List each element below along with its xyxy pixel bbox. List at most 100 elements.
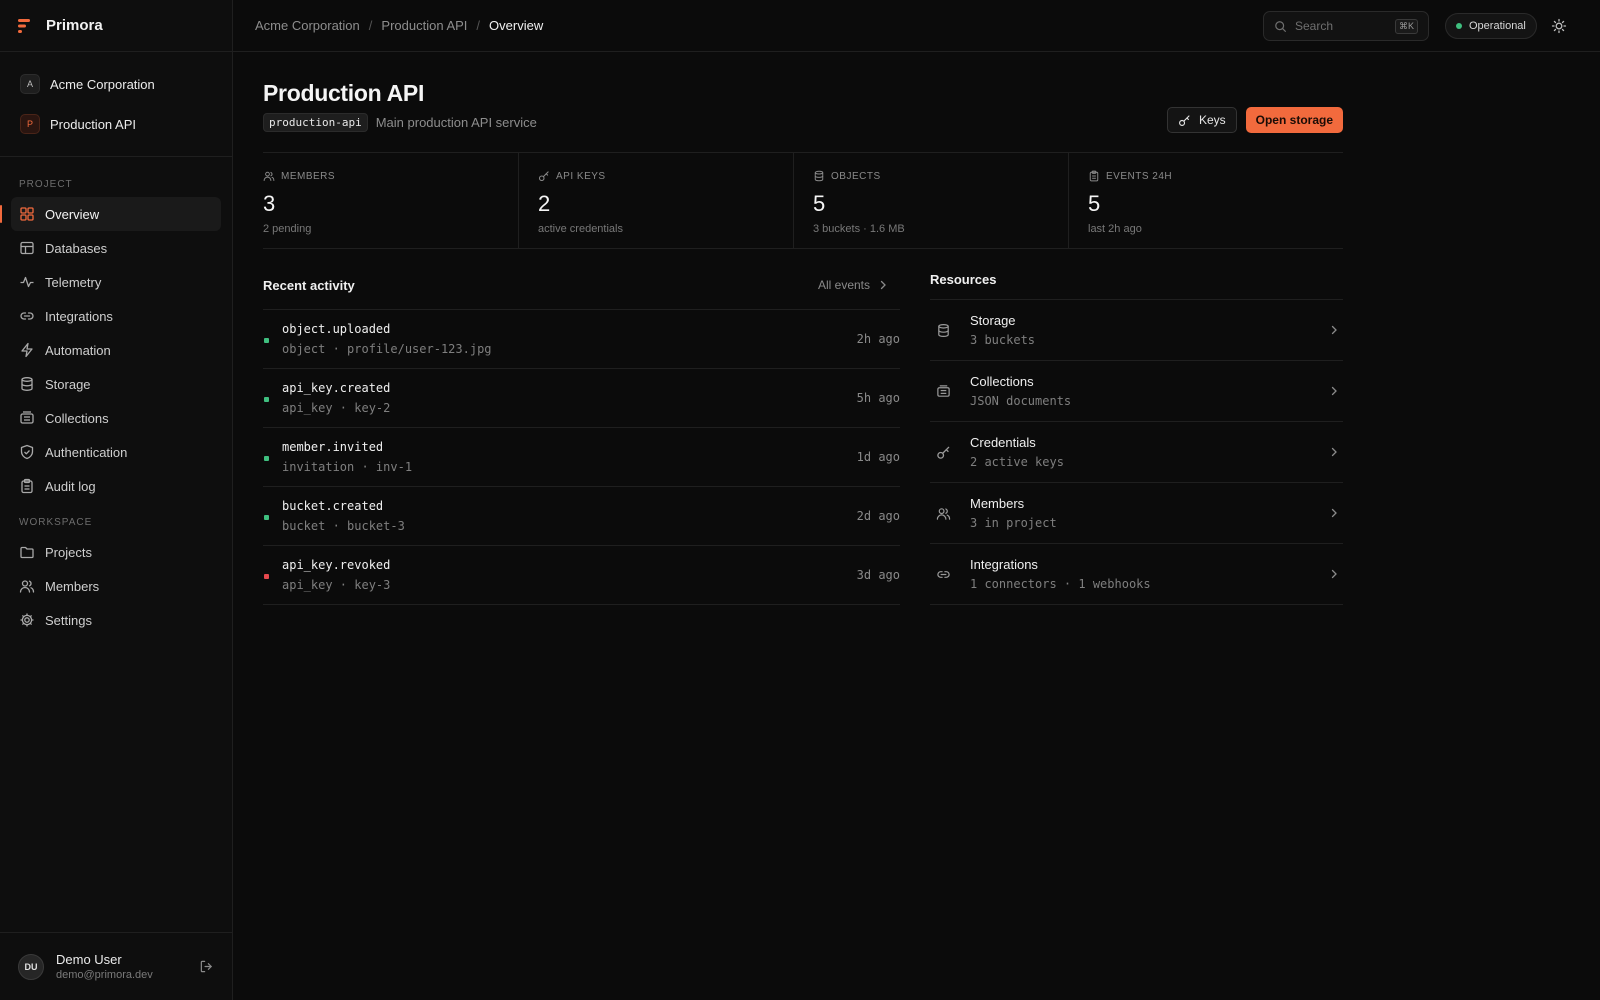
stat-label-row: EVENTS 24H — [1088, 170, 1343, 182]
activity-title: Recent activity — [263, 277, 355, 293]
status-dot — [264, 397, 269, 402]
stat-label-row: MEMBERS — [263, 170, 518, 182]
stat-value: 5 — [813, 191, 826, 216]
sidebar-item-members[interactable]: Members — [11, 569, 221, 603]
chevron-right-icon — [1329, 447, 1339, 457]
stat-api-keys[interactable]: API KEYS 2 active credentials — [519, 153, 794, 248]
activity-row[interactable]: api_key.revoked api_key · key-3 3d ago — [263, 546, 900, 605]
user-email: demo@primora.dev — [56, 969, 153, 981]
sidebar-item-overview[interactable]: Overview — [0, 197, 221, 231]
activity-event: api_key.revoked — [282, 558, 391, 572]
sidebar-item-authentication[interactable]: Authentication — [11, 435, 221, 469]
activity-meta: api_key · key-3 — [282, 578, 391, 592]
activity-event: bucket.created — [282, 499, 384, 513]
primora-logo-icon — [18, 18, 32, 33]
project-nav: Overview Databases Telemetry Integration… — [0, 197, 232, 503]
sidebar-item-automation[interactable]: Automation — [11, 333, 221, 367]
sidebar-item-label: Automation — [45, 342, 111, 358]
link-icon — [936, 567, 952, 582]
activity-time: 2h ago — [856, 332, 900, 346]
org-switcher[interactable]: A Acme Corporation — [10, 64, 222, 104]
user-name: Demo User — [56, 952, 122, 967]
section-label-project: PROJECT — [19, 179, 73, 190]
brand-name: Primora — [46, 17, 103, 34]
resources-header: Resources — [930, 263, 1343, 303]
resource-meta: 2 active keys — [970, 455, 1064, 469]
main-content: Production API production-api Main produ… — [263, 52, 1343, 605]
resource-name: Credentials — [970, 435, 1036, 450]
resource-name: Integrations — [970, 557, 1038, 572]
status-dot — [264, 338, 269, 343]
avatar[interactable]: DU — [18, 953, 44, 980]
stat-members[interactable]: MEMBERS 3 2 pending — [263, 153, 519, 248]
stat-objects[interactable]: OBJECTS 5 3 buckets · 1.6 MB — [794, 153, 1069, 248]
activity-meta: api_key · key-2 — [282, 401, 391, 415]
resource-collections[interactable]: Collections JSON documents — [930, 361, 1343, 422]
sidebar-item-projects[interactable]: Projects — [11, 535, 221, 569]
sidebar-item-collections[interactable]: Collections — [11, 401, 221, 435]
search-input[interactable]: Search ⌘K — [1263, 11, 1429, 41]
status-badge[interactable]: Operational — [1445, 13, 1537, 39]
sidebar-item-audit-log[interactable]: Audit log — [11, 469, 221, 503]
resource-name: Members — [970, 496, 1025, 511]
resource-text: Integrations 1 connectors · 1 webhooks — [970, 557, 1151, 591]
stat-label: MEMBERS — [281, 170, 336, 182]
breadcrumb-project[interactable]: Production API — [381, 18, 467, 33]
activity-event: object.uploaded — [282, 322, 391, 336]
sidebar-item-settings[interactable]: Settings — [11, 603, 221, 637]
activity-row[interactable]: object.uploaded object · profile/user-12… — [263, 310, 900, 369]
chevron-right-icon — [1329, 386, 1339, 396]
resources-title: Resources — [930, 271, 997, 287]
breadcrumb-org[interactable]: Acme Corporation — [255, 18, 360, 33]
search-icon — [1274, 20, 1287, 33]
search-placeholder: Search — [1295, 19, 1334, 33]
keys-button[interactable]: Keys — [1166, 107, 1237, 133]
stat-events[interactable]: EVENTS 24H 5 last 2h ago — [1069, 153, 1343, 248]
status-dot — [1456, 23, 1462, 29]
chevron-right-icon — [878, 280, 888, 290]
sidebar-item-label: Integrations — [45, 308, 113, 324]
resource-storage[interactable]: Storage 3 buckets — [930, 300, 1343, 361]
stat-label-row: API KEYS — [538, 170, 793, 182]
resource-credentials[interactable]: Credentials 2 active keys — [930, 422, 1343, 483]
key-icon — [936, 445, 952, 460]
sidebar-item-label: Telemetry — [45, 274, 102, 290]
chevron-right-icon — [1329, 569, 1339, 579]
sidebar-item-label: Overview — [45, 206, 100, 222]
database-icon — [936, 323, 952, 338]
breadcrumb-separator: / — [368, 18, 373, 33]
all-events-link[interactable]: All events — [818, 278, 900, 292]
logout-icon[interactable] — [199, 959, 214, 974]
activity-row[interactable]: api_key.created api_key · key-2 5h ago — [263, 369, 900, 428]
project-name: Production API — [50, 116, 136, 132]
activity-event: api_key.created — [282, 381, 391, 395]
activity-header: Recent activity All events — [263, 269, 900, 309]
resource-members[interactable]: Members 3 in project — [930, 483, 1343, 544]
brand[interactable]: Primora — [0, 0, 232, 52]
activity-row[interactable]: member.invited invitation · inv-1 1d ago — [263, 428, 900, 487]
sidebar-item-telemetry[interactable]: Telemetry — [11, 265, 221, 299]
stat-value: 2 — [538, 191, 551, 216]
stat-label-row: OBJECTS — [813, 170, 1068, 182]
status-dot-error — [264, 574, 269, 579]
sun-icon[interactable] — [1551, 18, 1567, 34]
header-actions: Keys Open storage — [1166, 107, 1343, 133]
resource-integrations[interactable]: Integrations 1 connectors · 1 webhooks — [930, 544, 1343, 605]
sidebar-item-storage[interactable]: Storage — [11, 367, 221, 401]
key-icon — [538, 170, 550, 182]
sidebar-item-databases[interactable]: Databases — [11, 231, 221, 265]
users-icon — [936, 506, 952, 521]
status-dot — [264, 515, 269, 520]
open-storage-button[interactable]: Open storage — [1245, 107, 1343, 133]
activity-meta: object · profile/user-123.jpg — [282, 342, 492, 356]
stat-sub: 3 buckets · 1.6 MB — [813, 223, 905, 235]
user-info: Demo User demo@primora.dev — [56, 952, 153, 981]
project-slug: production-api — [263, 113, 368, 132]
activity-row[interactable]: bucket.created bucket · bucket-3 2d ago — [263, 487, 900, 546]
key-icon — [1178, 114, 1191, 127]
sidebar-item-label: Storage — [45, 376, 91, 392]
sidebar-item-integrations[interactable]: Integrations — [11, 299, 221, 333]
breadcrumb-separator: / — [476, 18, 481, 33]
page-title: Production API — [263, 80, 425, 106]
project-switcher[interactable]: P Production API — [10, 104, 222, 144]
